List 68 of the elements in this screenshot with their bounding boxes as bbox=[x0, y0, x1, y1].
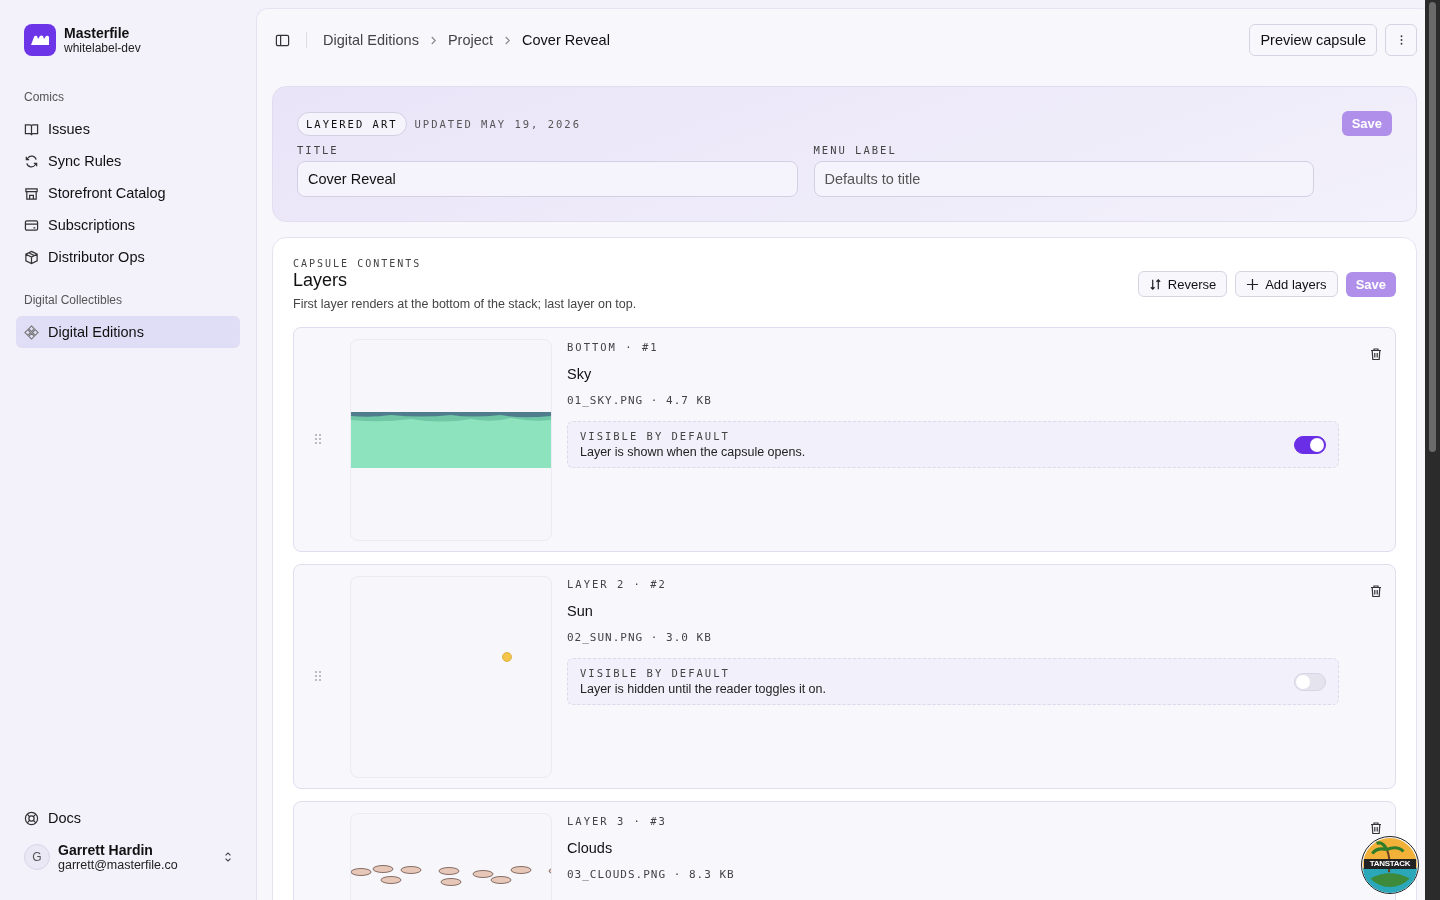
preview-button[interactable]: Preview capsule bbox=[1249, 24, 1377, 56]
add-layers-button[interactable]: Add layers bbox=[1235, 271, 1338, 297]
breadcrumb[interactable]: Project bbox=[447, 32, 494, 48]
avatar: G bbox=[24, 844, 50, 870]
group-label: Comics bbox=[23, 89, 65, 106]
field-label: TITLE bbox=[297, 144, 340, 156]
package-icon bbox=[24, 249, 39, 265]
breadcrumb[interactable]: Digital Editions bbox=[323, 32, 419, 48]
layer-name: Clouds bbox=[567, 840, 614, 856]
type-badge: LAYERED ART bbox=[297, 111, 407, 136]
badge-label: TANSTACK bbox=[1364, 859, 1416, 869]
setting-description: Layer is hidden until the reader toggles it on. bbox=[580, 682, 827, 696]
card-icon bbox=[24, 217, 39, 233]
setting-label: VISIBLE BY DEFAULT bbox=[580, 430, 731, 442]
sidebar-item[interactable]: Sync Rules bbox=[16, 145, 240, 177]
sidebar-item[interactable]: Subscriptions bbox=[16, 209, 240, 241]
chevron-right-icon bbox=[429, 34, 437, 46]
diamond-grid-icon bbox=[24, 324, 39, 340]
section-eyebrow: CAPSULE CONTENTS bbox=[293, 258, 423, 269]
trash-icon[interactable] bbox=[1369, 584, 1383, 598]
drag-handle-icon[interactable] bbox=[314, 433, 322, 445]
section-title: Layers bbox=[293, 270, 349, 291]
input-field[interactable]: Cover Reveal bbox=[297, 161, 798, 197]
sidebar-item[interactable]: Distributor Ops bbox=[16, 241, 240, 273]
breadcrumb: Cover Reveal bbox=[522, 32, 610, 48]
layer-file: 03_CLOUDS.PNG · 8.3 KB bbox=[567, 868, 736, 881]
layer-file: 02_SUN.PNG · 3.0 KB bbox=[567, 631, 713, 644]
group-label: Digital Collectibles bbox=[23, 292, 124, 309]
section-description: First layer renders at the bottom of the stack; last layer on top. bbox=[293, 297, 637, 311]
store-icon bbox=[24, 185, 39, 201]
scrollbar[interactable] bbox=[1425, 0, 1440, 900]
sidebar-item[interactable]: Issues bbox=[16, 113, 240, 145]
layer-name: Sky bbox=[567, 366, 593, 382]
sync-icon bbox=[24, 153, 39, 169]
user-menu[interactable]: G Garrett Hardin garrett@masterfile.co bbox=[16, 834, 240, 880]
layer-position: LAYER 3 · #3 bbox=[567, 815, 668, 827]
sidebar-item[interactable]: Digital Editions bbox=[16, 316, 240, 348]
logo-icon bbox=[24, 24, 56, 56]
docs-link[interactable]: Docs bbox=[16, 802, 240, 834]
more-icon bbox=[1399, 34, 1403, 46]
drag-handle-icon[interactable] bbox=[314, 670, 322, 682]
sun-drawing bbox=[502, 652, 512, 662]
toggle-switch[interactable] bbox=[1294, 435, 1326, 454]
trash-icon[interactable] bbox=[1369, 347, 1383, 361]
field-label: MENU LABEL bbox=[813, 144, 898, 156]
devtools-badge[interactable]: TANSTACK bbox=[1361, 836, 1419, 894]
updated-date: UPDATED MAY 19, 2026 bbox=[414, 117, 581, 130]
user-name: Garrett Hardin bbox=[58, 842, 154, 858]
user-email: garrett@masterfile.co bbox=[58, 858, 179, 872]
layer-position: BOTTOM · #1 bbox=[567, 341, 660, 353]
reverse-button[interactable]: Reverse bbox=[1137, 271, 1228, 297]
lifebuoy-icon bbox=[24, 810, 39, 826]
sidebar-toggle-icon[interactable] bbox=[275, 32, 290, 48]
chevron-right-icon bbox=[504, 34, 512, 46]
layer-file: 01_SKY.PNG · 4.7 KB bbox=[567, 394, 713, 407]
input-field[interactable]: Defaults to title bbox=[813, 161, 1314, 197]
sort-icon bbox=[1148, 277, 1162, 291]
layer-position: LAYER 2 · #2 bbox=[567, 578, 668, 590]
sidebar-item[interactable]: Storefront Catalog bbox=[16, 177, 240, 209]
chevrons-icon bbox=[224, 850, 232, 864]
setting-description: Layer is shown when the capsule opens. bbox=[580, 445, 807, 459]
trash-icon[interactable] bbox=[1369, 821, 1383, 835]
workspace-name: Masterfile bbox=[64, 25, 131, 41]
layer-name: Sun bbox=[567, 603, 594, 619]
book-icon bbox=[24, 121, 39, 137]
plus-icon bbox=[1246, 277, 1260, 291]
setting-label: VISIBLE BY DEFAULT bbox=[580, 667, 731, 679]
workspace-slug: whitelabel-dev bbox=[64, 41, 141, 55]
